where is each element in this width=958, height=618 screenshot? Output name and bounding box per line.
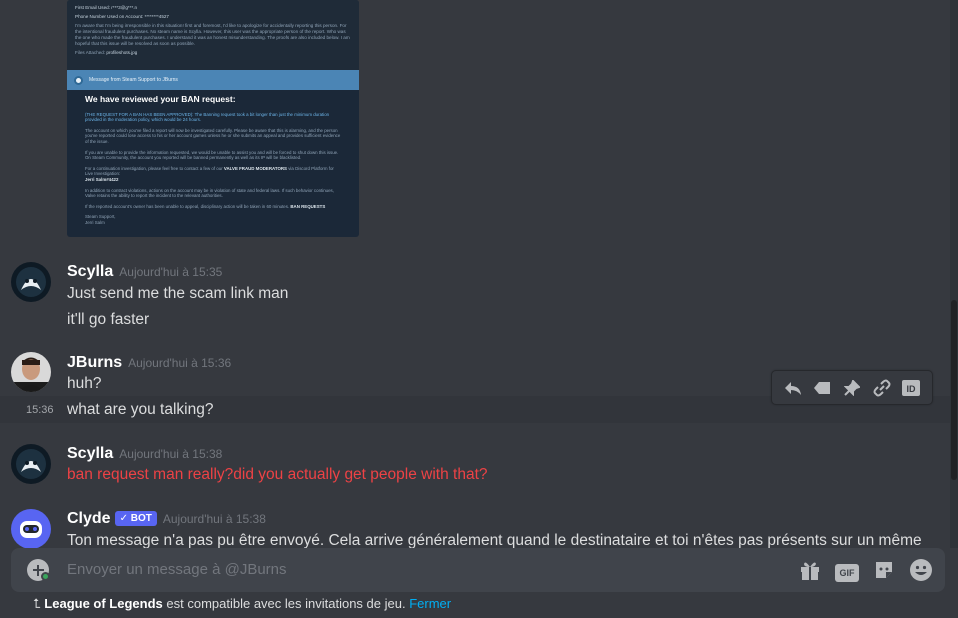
- message-timestamp: Aujourd'hui à 15:35: [119, 265, 223, 279]
- bot-badge: ✓ BOT: [114, 511, 157, 526]
- avatar[interactable]: [11, 352, 51, 392]
- sticker-icon[interactable]: [873, 559, 895, 586]
- avatar[interactable]: [11, 444, 51, 484]
- email-top-section: First Email Used: r***3@g***.n Phone Num…: [67, 0, 359, 70]
- message-content-failed: ban request man really?did you actually …: [67, 466, 488, 483]
- message-input-bar: Envoyer un message à @JBurns GIF: [11, 548, 945, 592]
- message-timestamp: Aujourd'hui à 15:38: [162, 512, 266, 526]
- message-content: huh?: [67, 375, 102, 392]
- email-paragraph: (THE REQUEST FOR A BAN HAS BEEN APPROVED…: [85, 111, 330, 123]
- game-name: League of Legends: [44, 596, 163, 611]
- avatar[interactable]: [11, 262, 51, 302]
- close-notice-link[interactable]: Fermer: [409, 596, 451, 611]
- email-header-bar: Message from Steam Support to JBurns: [67, 70, 359, 90]
- email-paragraph: I'm aware that I'm being irresponsible i…: [75, 23, 350, 46]
- steam-logo-icon: [74, 75, 83, 85]
- message-author[interactable]: JBurns Aujourd'hui à 15:36: [67, 354, 231, 372]
- email-paragraph: In addition to contract violations, acti…: [85, 187, 334, 199]
- message-content: what are you talking?: [67, 401, 214, 418]
- notice-text: est compatible avec les invitations de j…: [166, 596, 406, 611]
- email-signature: Steam Support, Jerri Salm: [85, 214, 116, 225]
- reply-icon[interactable]: [783, 378, 803, 398]
- message-author[interactable]: Scylla Aujourd'hui à 15:35: [67, 263, 222, 281]
- email-paragraph: If the reported account's owner has been…: [85, 203, 326, 209]
- email-paragraph: If you are unable to provide the informa…: [85, 149, 339, 161]
- email-info-line: Phone Number Used on Account: ********45…: [75, 14, 169, 19]
- message-content: Just send me the scam link man: [67, 285, 289, 302]
- svg-text:ID: ID: [907, 384, 917, 394]
- email-heading: We have reviewed your BAN request:: [85, 94, 236, 104]
- email-body: We have reviewed your BAN request: (THE …: [67, 90, 359, 237]
- avatar[interactable]: [11, 509, 51, 549]
- message-content: it'll go faster: [67, 311, 150, 328]
- attachment-image[interactable]: First Email Used: r***3@g***.n Phone Num…: [67, 0, 359, 237]
- gift-icon[interactable]: [799, 559, 821, 586]
- link-icon[interactable]: [872, 378, 892, 398]
- scrollbar-thumb[interactable]: [951, 300, 957, 480]
- emoji-icon[interactable]: [909, 558, 933, 587]
- message-actions-toolbar: ID: [771, 370, 933, 405]
- email-info-line: First Email Used: r***3@g***.n: [75, 5, 138, 10]
- message-author[interactable]: Clyde ✓ BOT Aujourd'hui à 15:38: [67, 510, 266, 528]
- corner-arrow-icon: ⮤: [33, 596, 41, 611]
- message-hover-timestamp: 15:36: [26, 404, 54, 416]
- id-icon[interactable]: ID: [901, 378, 921, 398]
- game-invite-notice: ⮤ League of Legends est compatible avec …: [33, 596, 451, 612]
- pin-icon[interactable]: [842, 378, 862, 398]
- email-paragraph: For a continuation investigation, please…: [85, 165, 334, 182]
- gif-button[interactable]: GIF: [835, 563, 859, 582]
- email-files-attached: Files Attached: profileshots.jpg: [75, 50, 138, 55]
- message-author[interactable]: Scylla Aujourd'hui à 15:38: [67, 445, 222, 463]
- message-timestamp: Aujourd'hui à 15:38: [119, 447, 223, 461]
- message-timestamp: Aujourd'hui à 15:36: [128, 356, 232, 370]
- status-dot: [41, 572, 50, 581]
- message-input[interactable]: Envoyer un message à @JBurns: [67, 561, 287, 578]
- email-paragraph: The account on which you've filed a repo…: [85, 127, 341, 144]
- label-icon[interactable]: [812, 378, 832, 398]
- input-icons: GIF: [799, 558, 933, 587]
